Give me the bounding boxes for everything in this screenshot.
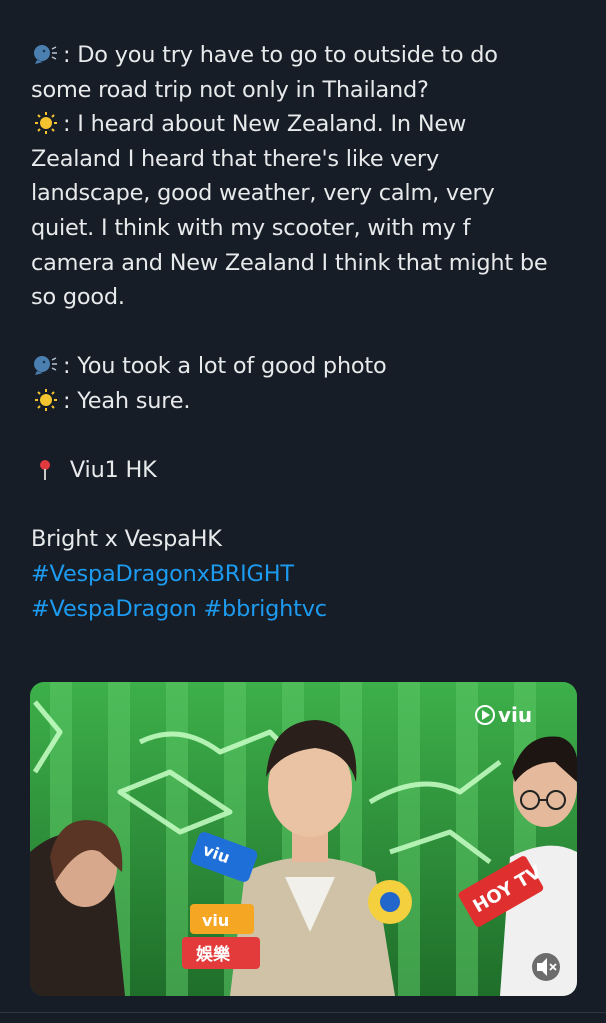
tweet-line: : I heard about New Zealand. In New — [31, 107, 579, 142]
svg-text:娛樂: 娛樂 — [195, 944, 231, 965]
tweet-line: : Yeah sure. — [31, 384, 579, 419]
sun-icon — [31, 111, 61, 135]
tweet-line: Zealand I heard that there's like very — [31, 145, 439, 172]
tweet-line: quiet. I think with my scooter, with my … — [31, 214, 471, 241]
tweet-line: some road trip not only in Thailand? — [31, 76, 429, 103]
hashtag-link[interactable]: #VespaDragon #bbrightvc — [31, 592, 579, 627]
bottom-strip — [0, 1013, 606, 1023]
tweet-line: so good. — [31, 284, 125, 311]
tweet-line: Bright x VespaHK — [31, 526, 222, 553]
speaker-muted-icon — [532, 953, 560, 981]
tweet-line: : You took a lot of good photo — [31, 349, 579, 384]
hashtag-link[interactable]: #VespaDragonxBRIGHT — [31, 557, 579, 592]
svg-text:viu: viu — [202, 911, 229, 930]
tweet-line: camera and New Zealand I think that migh… — [31, 249, 548, 276]
tweet-line: landscape, good weather, very calm, very — [31, 180, 495, 207]
speaking-head-icon — [31, 42, 61, 66]
top-bar — [0, 0, 606, 24]
pin-icon — [31, 457, 61, 481]
speaking-head-icon — [31, 353, 61, 377]
tweet-text: : Do you try have to go to outside to do… — [31, 38, 579, 626]
viu-watermark: viu — [475, 703, 532, 727]
tweet-line: : Do you try have to go to outside to do — [31, 38, 579, 73]
video-frame: viu viu 娛樂 HOY TV viu — [30, 682, 577, 996]
svg-text:viu: viu — [498, 703, 532, 727]
tweet-line: Viu1 HK — [31, 453, 579, 488]
sun-icon — [31, 388, 61, 412]
tweet-media-video[interactable]: viu viu 娛樂 HOY TV viu — [30, 682, 577, 996]
